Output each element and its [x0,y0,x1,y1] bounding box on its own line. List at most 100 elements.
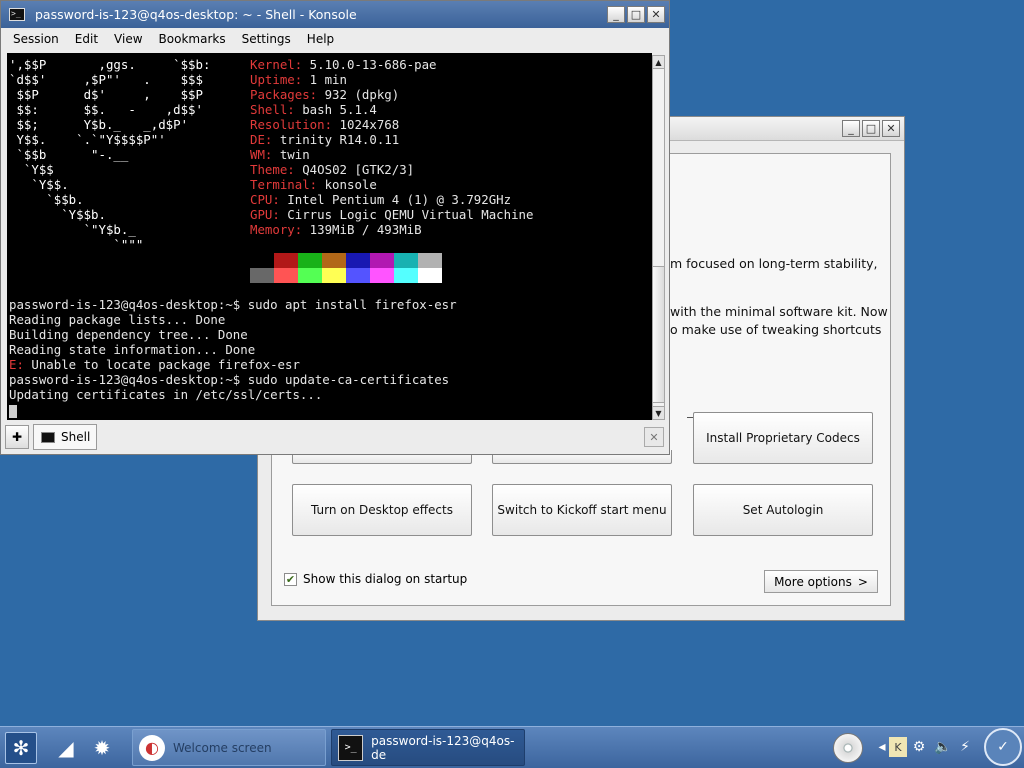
palette-swatch [394,253,418,268]
tab-label: Shell [61,430,91,444]
logo-line: `$$b "-.__ [9,147,129,162]
taskbar-item-welcome[interactable]: ◐ Welcome screen [132,729,326,766]
error-prefix: E: [9,357,24,372]
palette-swatch [298,268,322,283]
sysinfo-key: Uptime: [250,72,303,87]
vertical-scrollbar[interactable]: ▲ ▼ [652,55,665,420]
palette-swatch [370,268,394,283]
sysinfo-value: twin [272,147,310,162]
tab-shell[interactable]: Shell [33,424,97,450]
sysinfo-value: konsole [317,177,377,192]
logo-line: $$P d$' , $$P [9,87,203,102]
sysinfo-value: Intel Pentium 4 (1) @ 3.792GHz [279,192,512,207]
menu-help[interactable]: Help [299,32,342,46]
welcome-app-icon: ◐ [139,734,165,761]
palette-swatch [346,268,370,283]
sysinfo-value: 5.10.0-13-686-pae [302,57,437,72]
clock-icon[interactable]: ✓ [984,728,1022,766]
terminal-line: Reading package lists... Done [9,312,226,327]
system-settings-icon[interactable]: ✹ [86,732,118,764]
sysinfo-key: GPU: [250,207,280,222]
logo-line: `Y$$b. [9,207,106,222]
menubar: Session Edit View Bookmarks Settings Hel… [1,28,669,50]
palette-swatch [250,253,274,268]
logo-line: $$: $$. - ,d$$' [9,102,203,117]
network-icon[interactable]: ⚙ [910,737,928,757]
scroll-down-icon[interactable]: ▼ [653,406,664,419]
menu-settings[interactable]: Settings [234,32,299,46]
palette-swatch [250,268,274,283]
menu-session[interactable]: Session [5,32,67,46]
palette-swatch [322,268,346,283]
sysinfo-value: Cirrus Logic QEMU Virtual Machine [279,207,534,222]
color-palette-bottom [250,268,442,283]
more-options-label: More options [774,574,852,589]
sysinfo-line: Resolution: 1024x768 [250,117,399,132]
sysinfo-line: Memory: 139MiB / 493MiB [250,222,422,237]
taskbar-item-label: password-is-123@q4os-de [371,733,515,762]
terminal-area[interactable]: ',$$P ,ggs. `$$b: `d$$' ,$P"' . $$$ $$P d… [7,53,652,420]
logo-line: ',$$P ,ggs. `$$b: [9,57,211,72]
taskbar-item-konsole[interactable]: >_ password-is-123@q4os-de [331,729,525,766]
sysinfo-key: Packages: [250,87,318,102]
logo-line: Y$$. `.`"Y$$$$P"' [9,132,166,147]
startup-checkbox-row[interactable]: ✔ Show this dialog on startup [284,572,467,586]
start-menu-icon[interactable]: ✻ [5,732,37,764]
sysinfo-value: 1024x768 [332,117,400,132]
sysinfo-value: Q4OS02 [GTK2/3] [294,162,415,177]
desktop-effects-button[interactable]: Turn on Desktop effects [292,484,472,536]
new-tab-icon[interactable]: ✚ [5,425,29,449]
show-desktop-icon[interactable]: ◢ [50,732,82,764]
sysinfo-value: bash 5.1.4 [294,102,377,117]
terminal-icon[interactable]: >_ [9,8,25,21]
cd-drive-icon[interactable] [833,733,863,763]
taskbar-item-label: Welcome screen [173,740,272,755]
welcome-text-line: m focused on long-term stability, [670,256,878,271]
error-text: Unable to locate package firefox-esr [23,357,300,372]
sysinfo-line: DE: trinity R14.0.11 [250,132,399,147]
minimize-icon[interactable]: _ [607,6,625,23]
power-icon[interactable]: ⚡ [956,737,974,757]
terminal-line: password-is-123@q4os-desktop:~$ sudo upd… [9,372,450,387]
sysinfo-value: trinity R14.0.11 [272,132,400,147]
sysinfo-key: WM: [250,147,273,162]
install-codecs-button[interactable]: Install Proprietary Codecs [693,412,873,464]
palette-swatch [322,253,346,268]
sysinfo-key: Shell: [250,102,295,117]
color-palette-top [250,253,442,268]
menu-bookmarks[interactable]: Bookmarks [151,32,234,46]
konsole-titlebar[interactable]: >_ password-is-123@q4os-desktop: ~ - She… [1,1,669,28]
konsole-window: >_ password-is-123@q4os-desktop: ~ - She… [0,0,670,455]
menu-view[interactable]: View [106,32,150,46]
sysinfo-key: DE: [250,132,273,147]
logo-line: `Y$$ [9,162,54,177]
welcome-text-line: with the minimal software kit. Now [670,304,888,319]
more-options-button[interactable]: More options > [764,570,878,593]
startup-checkbox[interactable]: ✔ [284,572,297,586]
maximize-icon[interactable]: □ [862,120,880,137]
volume-icon[interactable]: 🔈 [934,737,952,757]
menu-edit[interactable]: Edit [67,32,106,46]
close-tab-icon[interactable]: ✕ [644,427,664,447]
autologin-button[interactable]: Set Autologin [693,484,873,536]
logo-line: `Y$$. [9,177,69,192]
sysinfo-key: Resolution: [250,117,333,132]
scroll-up-icon[interactable]: ▲ [653,56,664,69]
klipper-icon[interactable]: K [889,737,907,757]
close-icon[interactable]: ✕ [882,120,900,137]
close-icon[interactable]: ✕ [647,6,665,23]
kickoff-menu-button[interactable]: Switch to Kickoff start menu [492,484,672,536]
welcome-text-line: o make use of tweaking shortcuts [670,322,882,337]
maximize-icon[interactable]: □ [627,6,645,23]
palette-swatch [418,253,442,268]
terminal-icon: >_ [338,734,364,761]
minimize-icon[interactable]: _ [842,120,860,137]
text-cursor [9,405,17,418]
logo-line: `"Y$b._ [9,222,136,237]
sysinfo-value: 932 (dpkg) [317,87,400,102]
sysinfo-line: Shell: bash 5.1.4 [250,102,377,117]
taskbar: ✻ ◢ ✹ ◐ Welcome screen >_ password-is-12… [0,726,1024,768]
scrollbar-thumb[interactable] [653,266,664,403]
logo-line: `d$$' ,$P"' . $$$ [9,72,203,87]
sysinfo-key: Memory: [250,222,303,237]
